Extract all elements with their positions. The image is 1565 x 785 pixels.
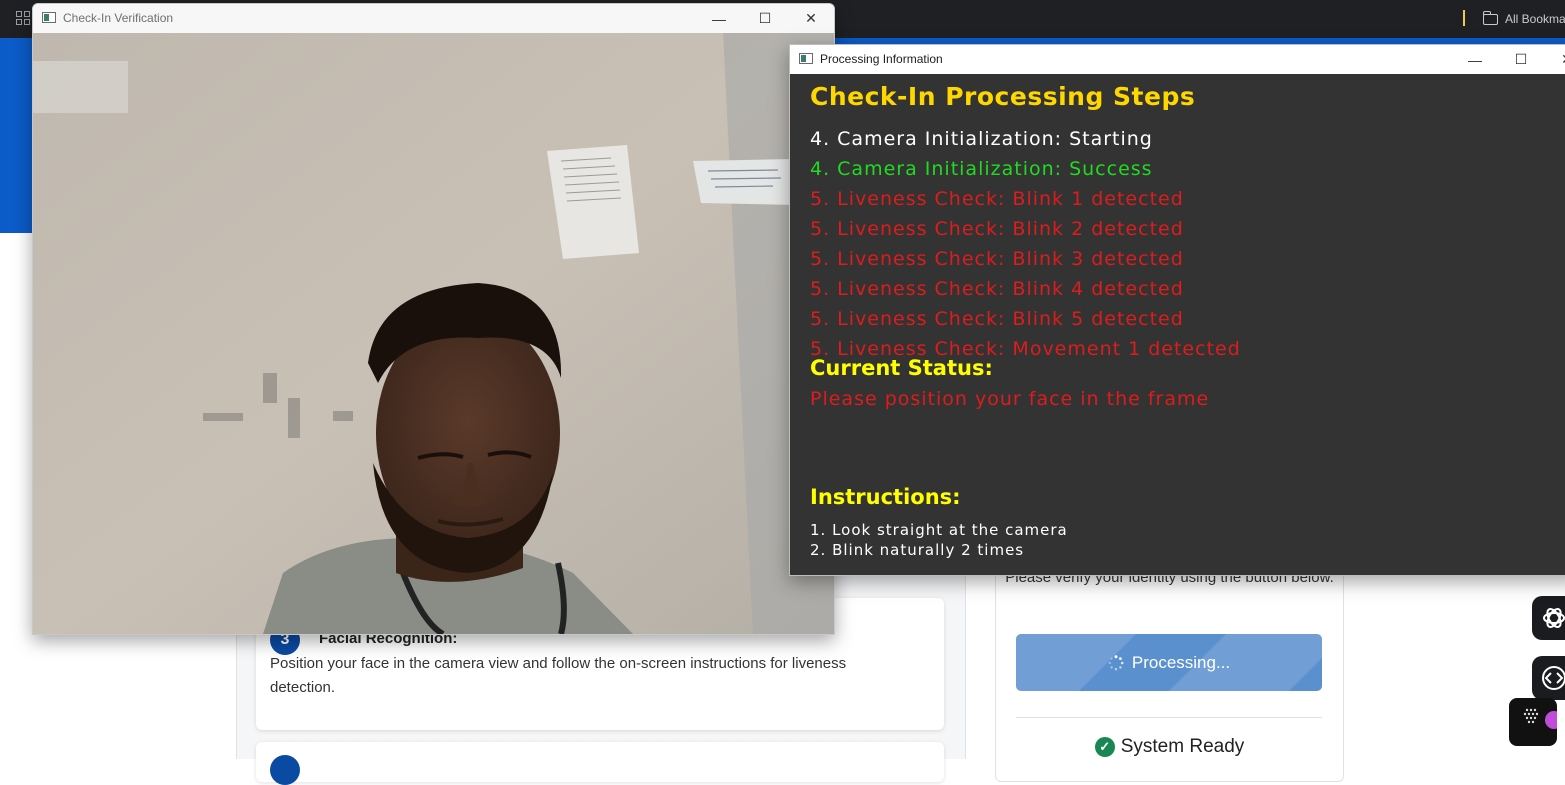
step-line: 5. Liveness Check: Blink 5 detected	[810, 308, 1184, 330]
code-extension-button[interactable]	[1532, 656, 1565, 700]
check-in-processing-button[interactable]: Processing...	[1016, 634, 1322, 691]
instruction-item: 2. Blink naturally 2 times	[810, 541, 1025, 559]
close-button[interactable]: ✕	[1544, 45, 1565, 74]
blackbox-logo-icon	[1523, 708, 1563, 729]
maximize-button[interactable]: ☐	[1498, 45, 1544, 74]
current-status-heading: Current Status:	[810, 356, 993, 380]
processing-button-label: Processing...	[1131, 652, 1231, 672]
step-line: 5. Liveness Check: Blink 2 detected	[810, 218, 1184, 240]
system-status-label: System Ready	[1120, 736, 1245, 757]
system-status: ✓ System Ready	[996, 736, 1343, 758]
step-line: 5. Liveness Check: Blink 4 detected	[810, 278, 1184, 300]
divider	[1016, 717, 1322, 718]
step-description: Position your face in the camera view an…	[270, 655, 847, 696]
verification-panel: Please verify your identity using the bu…	[995, 540, 1344, 782]
maximize-button[interactable]: ☐	[742, 4, 788, 33]
camera-video-feed	[33, 33, 834, 634]
spinner-icon	[1108, 654, 1124, 670]
processing-canvas: Check-In Processing Steps 4. Camera Init…	[790, 74, 1565, 575]
app-window-icon	[42, 12, 56, 23]
chatgpt-extension-button[interactable]	[1532, 596, 1565, 640]
window-title: Processing Information	[820, 52, 943, 66]
step-line: 5. Liveness Check: Blink 1 detected	[810, 188, 1184, 210]
window-titlebar[interactable]: Processing Information — ☐ ✕	[790, 45, 1565, 74]
step-line: 4. Camera Initialization: Starting	[810, 128, 1153, 150]
step-line: 4. Camera Initialization: Success	[810, 158, 1153, 180]
folder-icon	[1483, 10, 1498, 25]
minimize-button[interactable]: —	[696, 4, 742, 33]
check-in-verification-window: Check-In Verification — ☐ ✕	[32, 3, 835, 635]
close-button[interactable]: ✕	[788, 4, 834, 33]
processing-information-window: Processing Information — ☐ ✕ Check-In Pr…	[789, 44, 1565, 576]
instruction-item: 1. Look straight at the camera	[810, 521, 1068, 539]
app-window-icon	[799, 53, 813, 64]
all-bookmarks-label: All Bookma	[1505, 12, 1565, 26]
window-titlebar[interactable]: Check-In Verification — ☐ ✕	[33, 4, 834, 33]
step-line: 5. Liveness Check: Blink 3 detected	[810, 248, 1184, 270]
step-number-badge-next	[270, 755, 300, 785]
apps-grid-icon[interactable]	[16, 11, 30, 25]
minimize-button[interactable]: —	[1452, 45, 1498, 74]
instructions-heading: Instructions:	[810, 485, 961, 509]
wall-sign	[693, 159, 797, 205]
bookmarks-separator	[1463, 10, 1465, 26]
wall-notice-paper	[547, 145, 639, 259]
window-title: Check-In Verification	[63, 11, 174, 25]
blackbox-extension-button[interactable]	[1509, 698, 1563, 746]
step-card-next	[256, 742, 944, 785]
all-bookmarks-link[interactable]: All Bookma	[1483, 10, 1565, 28]
check-circle-icon: ✓	[1094, 737, 1115, 757]
processing-steps-heading: Check-In Processing Steps	[810, 82, 1196, 111]
code-brackets-icon	[1542, 666, 1565, 690]
openai-icon	[1543, 607, 1565, 629]
current-status-text: Please position your face in the frame	[810, 388, 1210, 410]
